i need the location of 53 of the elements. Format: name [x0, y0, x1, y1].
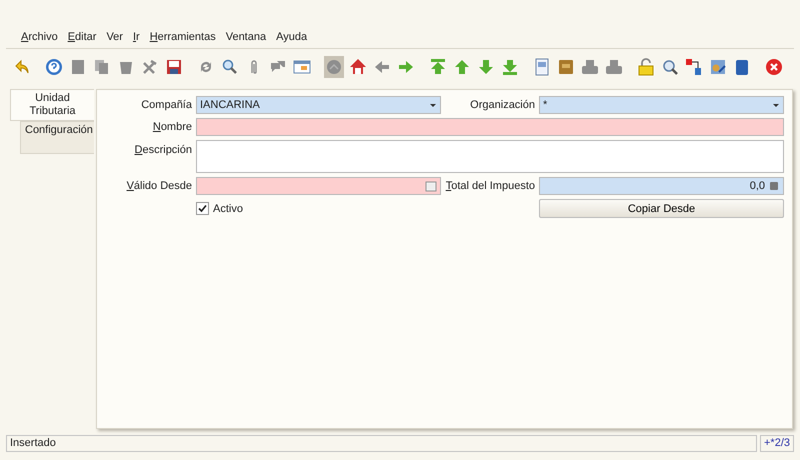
first-record-icon[interactable]: [429, 58, 447, 76]
help-icon[interactable]: [45, 58, 63, 76]
last-record-icon[interactable]: [501, 58, 519, 76]
field-label: Nombre: [152, 121, 192, 133]
menu-item[interactable]: Archivo: [16, 29, 63, 45]
record-indicator: +*2/3: [760, 435, 794, 452]
undo-icon[interactable]: [13, 58, 31, 76]
field-label: Válido Desde: [126, 180, 192, 192]
zoom-icon[interactable]: [661, 58, 679, 76]
delete-selection-icon[interactable]: [141, 58, 159, 76]
menu-item[interactable]: Ventana: [220, 29, 272, 45]
copy-icon[interactable]: [93, 58, 111, 76]
menu-item[interactable]: Ayuda: [271, 29, 312, 45]
archive-icon[interactable]: [557, 58, 575, 76]
menu-item[interactable]: Editar: [62, 29, 102, 45]
field-label: Compañía: [140, 99, 192, 111]
checkbox[interactable]: [196, 202, 209, 215]
grid-icon[interactable]: [293, 58, 311, 76]
calculator-icon[interactable]: [768, 180, 780, 192]
name-field[interactable]: [196, 118, 784, 136]
date-field[interactable]: [196, 177, 441, 195]
tab[interactable]: Unidad Tributaria: [10, 89, 94, 121]
product-icon[interactable]: [733, 58, 751, 76]
new-icon[interactable]: [69, 58, 87, 76]
copy-from-button[interactable]: Copiar Desde: [539, 199, 784, 218]
save-icon[interactable]: [165, 58, 183, 76]
search-icon[interactable]: [221, 58, 239, 76]
tab[interactable]: Configuración: [20, 121, 94, 154]
field-label: Descripción: [134, 143, 192, 156]
calendar-icon[interactable]: [425, 180, 437, 192]
status-message: Insertado: [6, 435, 757, 452]
up-arrow-icon[interactable]: [453, 58, 471, 76]
field-label: Total del Impuesto: [445, 180, 535, 192]
organization-dropdown[interactable]: *: [539, 96, 784, 114]
checkbox-label: Activo: [213, 202, 243, 214]
company-dropdown[interactable]: IANCARINA: [196, 96, 441, 114]
menu-item[interactable]: Ir: [128, 29, 145, 45]
back-arrow-icon[interactable]: [373, 58, 391, 76]
workflow-icon[interactable]: [685, 58, 703, 76]
menu-item[interactable]: Herramientas: [144, 29, 221, 45]
menu-item[interactable]: Ver: [101, 29, 128, 45]
report-icon[interactable]: [533, 58, 551, 76]
down-arrow-icon[interactable]: [477, 58, 495, 76]
print-preview-icon[interactable]: [605, 58, 623, 76]
field-label: Organización: [469, 99, 535, 111]
close-icon[interactable]: [765, 58, 783, 76]
forward-arrow-icon[interactable]: [397, 58, 415, 76]
number-field[interactable]: 0,0: [539, 177, 784, 195]
home-icon[interactable]: [349, 58, 367, 76]
lock-icon[interactable]: [637, 58, 655, 76]
description-field[interactable]: [196, 140, 784, 173]
print-icon[interactable]: [581, 58, 599, 76]
export-icon[interactable]: [709, 58, 727, 76]
